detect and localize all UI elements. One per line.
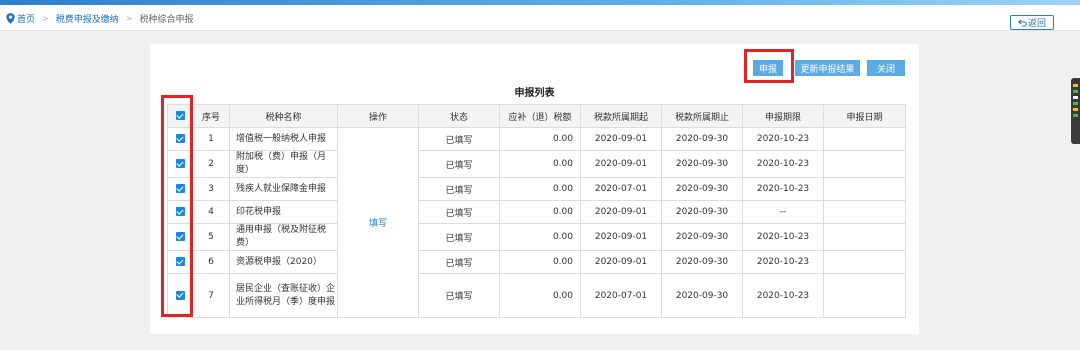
declare-date-cell	[823, 223, 906, 251]
declaration-panel: 申报 更新申报结果 关闭 申报列表 序号 税种名称 操作 状态 应补（退）税额 …	[150, 44, 919, 334]
period-end-cell: 2020-09-30	[661, 200, 743, 224]
status-cell: 已填写	[418, 127, 500, 151]
back-button-label: 返回	[1027, 19, 1046, 29]
table-row: 3 残疾人就业保障金申报 已填写 0.00 2020-07-01 2020-09…	[167, 177, 906, 201]
breadcrumb: 首页 > 税费申报及缴纳 > 税种综合申报	[6, 12, 193, 25]
tax-name-cell: 居民企业（查账征收）企业所得税月（季）度申报	[229, 273, 338, 318]
breadcrumb-separator-icon: >	[42, 14, 49, 23]
refresh-result-button[interactable]: 更新申报结果	[795, 60, 860, 76]
period-start-cell: 2020-07-01	[580, 177, 662, 201]
tax-name-cell: 通用申报（税及附征税费）	[229, 223, 338, 251]
status-cell: 已填写	[418, 273, 500, 318]
period-start-cell: 2020-09-01	[580, 150, 662, 178]
deadline-cell: --	[742, 200, 824, 224]
period-start-cell: 2020-09-01	[580, 200, 662, 224]
status-cell: 已填写	[418, 177, 500, 201]
deadline-cell: 2020-10-23	[742, 177, 824, 201]
period-end-cell: 2020-09-30	[661, 177, 743, 201]
breadcrumb-home-link[interactable]: 首页	[17, 12, 35, 25]
status-cell: 已填写	[418, 223, 500, 251]
tax-name-cell: 印花税申报	[229, 200, 338, 224]
declare-date-cell	[823, 150, 906, 178]
column-header: 税款所属期起	[580, 104, 662, 128]
tax-name-cell: 附加税（费）申报（月度）	[229, 150, 338, 178]
period-end-cell: 2020-09-30	[661, 150, 743, 178]
location-pin-icon	[6, 13, 15, 24]
table-row: 2 附加税（费）申报（月度） 已填写 0.00 2020-09-01 2020-…	[167, 150, 906, 178]
seq-cell: 3	[192, 177, 230, 201]
table-header-row: 序号 税种名称 操作 状态 应补（退）税额 税款所属期起 税款所属期止 申报期限…	[167, 104, 906, 128]
declaration-table: 序号 税种名称 操作 状态 应补（退）税额 税款所属期起 税款所属期止 申报期限…	[167, 104, 906, 318]
period-start-cell: 2020-09-01	[580, 250, 662, 274]
amount-cell: 0.00	[499, 200, 581, 224]
tax-name-cell: 增值税一般纳税人申报	[229, 127, 338, 151]
deadline-cell: 2020-10-23	[742, 127, 824, 151]
deadline-cell: 2020-10-23	[742, 150, 824, 178]
breadcrumb-separator-icon: >	[125, 14, 133, 23]
highlight-checkbox-column-box	[161, 95, 193, 317]
table-row: 1 增值税一般纳税人申报 填写 已填写 0.00 2020-09-01 2020…	[167, 127, 906, 318]
column-header: 税种名称	[229, 104, 338, 128]
deadline-cell: 2020-10-23	[742, 273, 824, 318]
table-row: 5 通用申报（税及附征税费） 已填写 0.00 2020-09-01 2020-…	[167, 223, 906, 251]
seq-cell: 4	[192, 200, 230, 224]
period-end-cell: 2020-09-30	[661, 127, 743, 151]
declare-date-cell	[823, 200, 906, 224]
close-button[interactable]: 关闭	[867, 60, 905, 76]
amount-cell: 0.00	[499, 150, 581, 178]
deadline-cell: 2020-10-23	[742, 223, 824, 251]
tax-name-cell: 资源税申报（2020）	[229, 250, 338, 274]
period-end-cell: 2020-09-30	[661, 273, 743, 318]
column-header: 序号	[192, 104, 230, 128]
column-header: 状态	[418, 104, 500, 128]
column-header: 应补（退）税额	[499, 104, 581, 128]
return-arrow-icon	[1017, 18, 1027, 27]
amount-cell: 0.00	[499, 273, 581, 318]
seq-cell: 1	[192, 127, 230, 151]
table-row: 7 居民企业（查账征收）企业所得税月（季）度申报 已填写 0.00 2020-0…	[167, 273, 906, 318]
tax-name-cell: 残疾人就业保障金申报	[229, 177, 338, 201]
table-row: 6 资源税申报（2020） 已填写 0.00 2020-09-01 2020-0…	[167, 250, 906, 274]
amount-cell: 0.00	[499, 127, 581, 151]
status-cell: 已填写	[418, 150, 500, 178]
period-start-cell: 2020-09-01	[580, 223, 662, 251]
fill-link[interactable]: 填写	[337, 127, 419, 318]
seq-cell: 5	[192, 223, 230, 251]
side-tool-handle[interactable]	[1071, 78, 1080, 144]
deadline-cell: 2020-10-23	[742, 250, 824, 274]
breadcrumb-current: 税种综合申报	[139, 15, 194, 25]
seq-cell: 7	[192, 273, 230, 318]
highlight-submit-box	[744, 49, 794, 83]
amount-cell: 0.00	[499, 223, 581, 251]
column-header: 申报期限	[742, 104, 824, 128]
amount-cell: 0.00	[499, 250, 581, 274]
declare-date-cell	[823, 273, 906, 318]
breadcrumb-bar: 首页 > 税费申报及缴纳 > 税种综合申报 返回	[0, 5, 1080, 31]
status-cell: 已填写	[418, 200, 500, 224]
period-start-cell: 2020-09-01	[580, 127, 662, 151]
column-header: 申报日期	[823, 104, 906, 128]
status-cell: 已填写	[418, 250, 500, 274]
column-header: 操作	[337, 104, 419, 128]
breadcrumb-tax-payment-link[interactable]: 税费申报及缴纳	[56, 12, 119, 25]
declare-date-cell	[823, 250, 906, 274]
period-end-cell: 2020-09-30	[661, 250, 743, 274]
amount-cell: 0.00	[499, 177, 581, 201]
list-title: 申报列表	[514, 88, 555, 99]
column-header: 税款所属期止	[661, 104, 743, 128]
period-end-cell: 2020-09-30	[661, 223, 743, 251]
declare-date-cell	[823, 127, 906, 151]
period-start-cell: 2020-07-01	[580, 273, 662, 318]
back-button[interactable]: 返回	[1010, 15, 1054, 30]
seq-cell: 6	[192, 250, 230, 274]
table-row: 4 印花税申报 已填写 0.00 2020-09-01 2020-09-30 -…	[167, 200, 906, 224]
declare-date-cell	[823, 177, 906, 201]
seq-cell: 2	[192, 150, 230, 178]
